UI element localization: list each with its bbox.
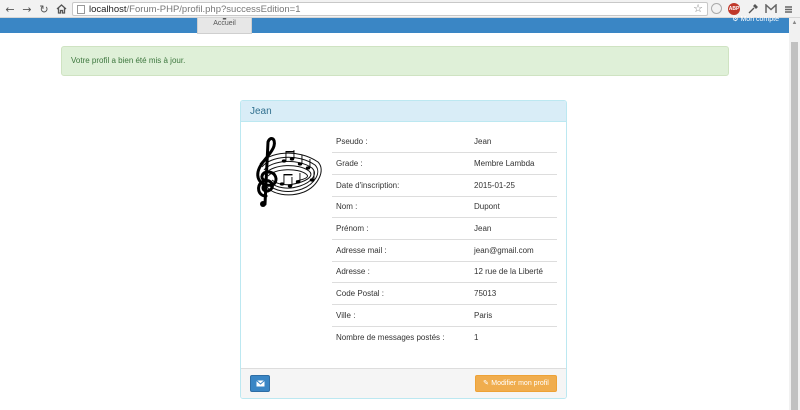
page-icon [77, 5, 85, 14]
field-label: Nom : [332, 195, 470, 218]
profile-info-table: Pseudo : Jean Grade : Membre Lambda Date d… [332, 131, 557, 348]
field-label: Code Postal : [332, 282, 470, 305]
field-value: 75013 [470, 282, 557, 305]
envelope-icon [255, 380, 265, 387]
field-label: Nombre de messages postés : [332, 325, 470, 348]
field-value: Dupont [470, 195, 557, 218]
field-value: jean@gmail.com [470, 238, 557, 262]
back-arrow-icon[interactable]: ← [3, 2, 17, 16]
edit-profile-button[interactable]: ✎ Modifier mon profil [475, 375, 557, 392]
field-label: Adresse mail : [332, 238, 470, 262]
scrollbar[interactable]: ▲ [789, 18, 800, 410]
bookmark-star-icon[interactable]: ☆ [693, 3, 703, 15]
table-row: Nom : Dupont [332, 195, 557, 218]
table-row: Adresse mail : jean@gmail.com [332, 238, 557, 262]
url-host: localhost [89, 4, 127, 15]
extension-circle-icon[interactable] [711, 3, 722, 14]
field-label: Grade : [332, 152, 470, 175]
profile-body: Pseudo : Jean Grade : Membre Lambda Date d… [241, 122, 566, 368]
menu-icon[interactable] [781, 2, 795, 16]
adblock-icon[interactable]: ABP [728, 3, 740, 15]
field-value: 12 rue de la Liberté [470, 260, 557, 283]
field-value: 1 [470, 325, 557, 348]
nav-tab-home-label: Accueil [213, 20, 236, 27]
table-row: Pseudo : Jean [332, 131, 557, 153]
field-value: Paris [470, 304, 557, 327]
field-value: Membre Lambda [470, 152, 557, 175]
adblock-label: ABP [728, 5, 740, 12]
eyedropper-icon[interactable] [746, 2, 760, 16]
gmail-icon[interactable] [764, 2, 778, 16]
site-navbar: ■ Accueil ⚙ Mon compte [0, 16, 789, 34]
table-row: Date d'inscription: 2015-01-25 [332, 173, 557, 197]
field-label: Adresse : [332, 260, 470, 283]
table-row: Nombre de messages postés :1 [332, 325, 557, 348]
address-bar[interactable]: localhost/Forum-PHP/profil.php?successEd… [72, 2, 708, 16]
account-menu-label: Mon compte [740, 16, 779, 23]
nav-tab-home[interactable]: ■ Accueil [197, 18, 252, 34]
home-icon[interactable] [54, 2, 68, 16]
success-alert: Votre profil a bien été mis à jour. [61, 46, 729, 76]
avatar [248, 134, 326, 214]
table-row: Adresse :12 rue de la Liberté [332, 260, 557, 283]
music-avatar-icon [256, 137, 322, 207]
account-menu[interactable]: ⚙ Mon compte [732, 16, 779, 24]
send-mail-button[interactable] [250, 375, 270, 392]
field-label: Ville : [332, 304, 470, 327]
field-label: Pseudo : [336, 137, 368, 147]
scroll-up-arrow-icon[interactable]: ▲ [789, 18, 800, 29]
table-row: Grade : Membre Lambda [332, 152, 557, 175]
table-row: Code Postal :75013 [332, 282, 557, 305]
field-label: Prénom : [332, 217, 470, 240]
url-path: /Forum-PHP/profil.php?successEdition=1 [126, 4, 301, 15]
profile-footer: ✎ Modifier mon profil [241, 368, 566, 398]
profile-heading: Jean [241, 101, 566, 122]
field-label: Date d'inscription: [332, 173, 470, 197]
url-text: localhost/Forum-PHP/profil.php?successEd… [89, 4, 300, 15]
profile-panel: Jean Pseudo: Jean Grade: Membre Lambda… [240, 100, 567, 399]
table-row: Prénom : Jean [332, 217, 557, 240]
reload-icon[interactable]: ↻ [37, 2, 51, 16]
table-row: Ville : Paris [332, 304, 557, 327]
field-value: Jean [470, 217, 557, 240]
edit-profile-label: Modifier mon profil [491, 380, 549, 387]
field-value: 2015-01-25 [470, 173, 557, 197]
scrollbar-thumb[interactable] [791, 42, 798, 410]
browser-toolbar: ← → ↻ localhost/Forum-PHP/profil.php?suc… [0, 0, 800, 18]
forward-arrow-icon[interactable]: → [20, 2, 34, 16]
field-value: Jean [474, 137, 492, 147]
